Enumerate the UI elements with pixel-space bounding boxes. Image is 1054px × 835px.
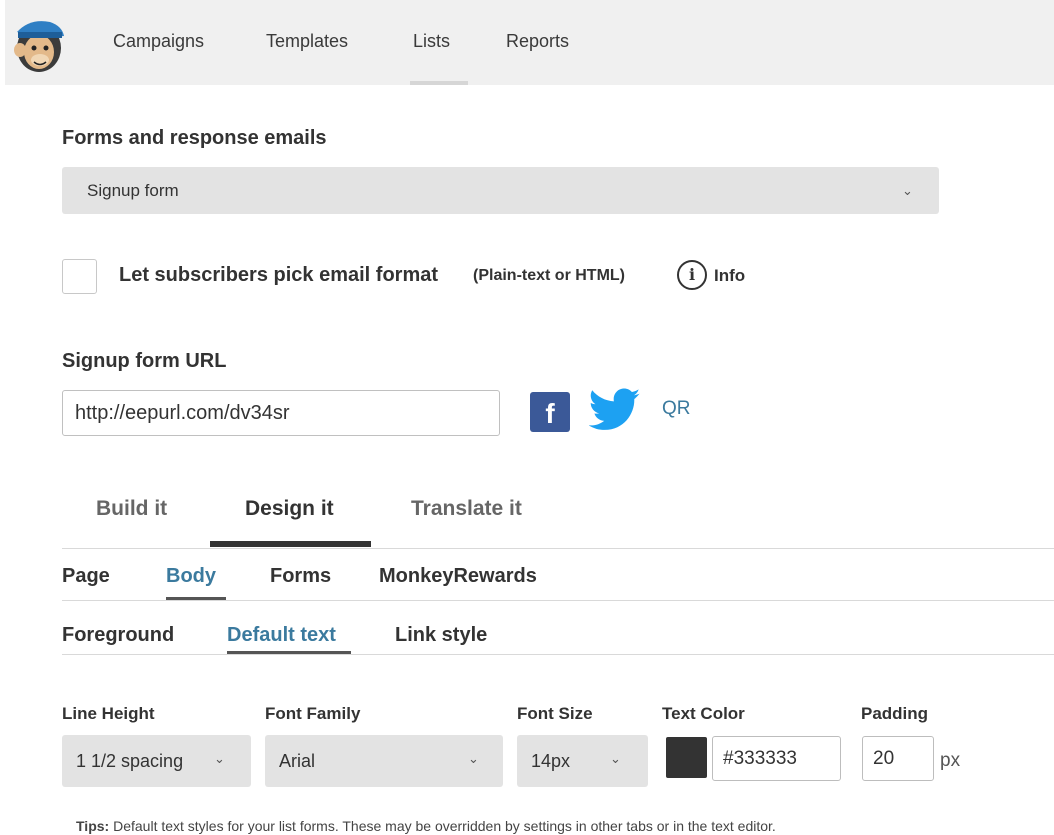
signup-url-input[interactable] [62, 390, 500, 436]
email-format-checkbox[interactable] [62, 259, 97, 294]
padding-label: Padding [861, 704, 929, 723]
font-family-value: Arial [279, 751, 316, 771]
mailchimp-logo-icon[interactable] [10, 14, 68, 74]
qr-code-link[interactable]: QR [662, 398, 691, 420]
forms-section-title: Forms and response emails [62, 127, 327, 149]
twitter-icon[interactable] [589, 387, 641, 433]
tab-translate-it[interactable]: Translate it [411, 497, 522, 521]
tab-link-style[interactable]: Link style [395, 624, 487, 647]
chevron-down-icon: ⌄ [468, 751, 479, 766]
line-height-select[interactable]: 1 1/2 spacing ⌄ [62, 735, 251, 787]
line-height-value: 1 1/2 spacing [76, 751, 184, 771]
color-swatch[interactable] [666, 737, 707, 778]
font-family-label: Font Family [265, 704, 361, 723]
divider [62, 654, 1054, 655]
text-color-input[interactable] [712, 736, 841, 781]
info-icon[interactable]: i [677, 260, 707, 290]
tips-body: Default text styles for your list forms.… [113, 818, 776, 834]
line-height-label: Line Height [62, 704, 155, 723]
nav-templates[interactable]: Templates [266, 31, 348, 52]
facebook-icon[interactable]: f [530, 392, 570, 432]
divider [62, 600, 1054, 601]
chevron-down-icon: ⌄ [902, 183, 913, 198]
chevron-down-icon: ⌄ [214, 751, 225, 766]
padding-input[interactable] [862, 736, 934, 781]
info-link[interactable]: Info [714, 266, 745, 286]
nav-reports[interactable]: Reports [506, 31, 569, 52]
tips-prefix: Tips: [76, 818, 110, 834]
signup-url-title: Signup form URL [62, 350, 227, 372]
tab-monkeyrewards[interactable]: MonkeyRewards [379, 565, 537, 588]
chevron-down-icon: ⌄ [610, 751, 621, 766]
email-format-label: Let subscribers pick email format [119, 264, 439, 286]
padding-unit: px [940, 750, 961, 771]
text-color-label: Text Color [662, 704, 745, 723]
nav-active-indicator [410, 81, 468, 85]
main-tab-active-indicator [210, 541, 371, 547]
tab-build-it[interactable]: Build it [96, 497, 167, 521]
tab-forms[interactable]: Forms [270, 565, 331, 588]
font-size-label: Font Size [517, 704, 593, 723]
tab-default-text[interactable]: Default text [227, 624, 336, 647]
tab-body[interactable]: Body [166, 565, 216, 588]
tab-page[interactable]: Page [62, 565, 110, 588]
tab-foreground[interactable]: Foreground [62, 624, 174, 647]
nav-campaigns[interactable]: Campaigns [113, 31, 204, 52]
top-nav: Campaigns Templates Lists Reports [5, 0, 1054, 85]
email-format-hint: (Plain-text or HTML) [473, 267, 625, 284]
form-type-select-value: Signup form [87, 181, 179, 200]
font-size-value: 14px [531, 751, 571, 771]
tab-design-it[interactable]: Design it [245, 497, 334, 521]
nav-lists[interactable]: Lists [413, 31, 450, 52]
font-size-select[interactable]: 14px ⌄ [517, 735, 648, 787]
form-type-select[interactable]: Signup form ⌄ [62, 167, 939, 214]
font-family-select[interactable]: Arial ⌄ [265, 735, 503, 787]
tips-text: Tips: Default text styles for your list … [76, 818, 776, 834]
divider [62, 548, 1054, 549]
